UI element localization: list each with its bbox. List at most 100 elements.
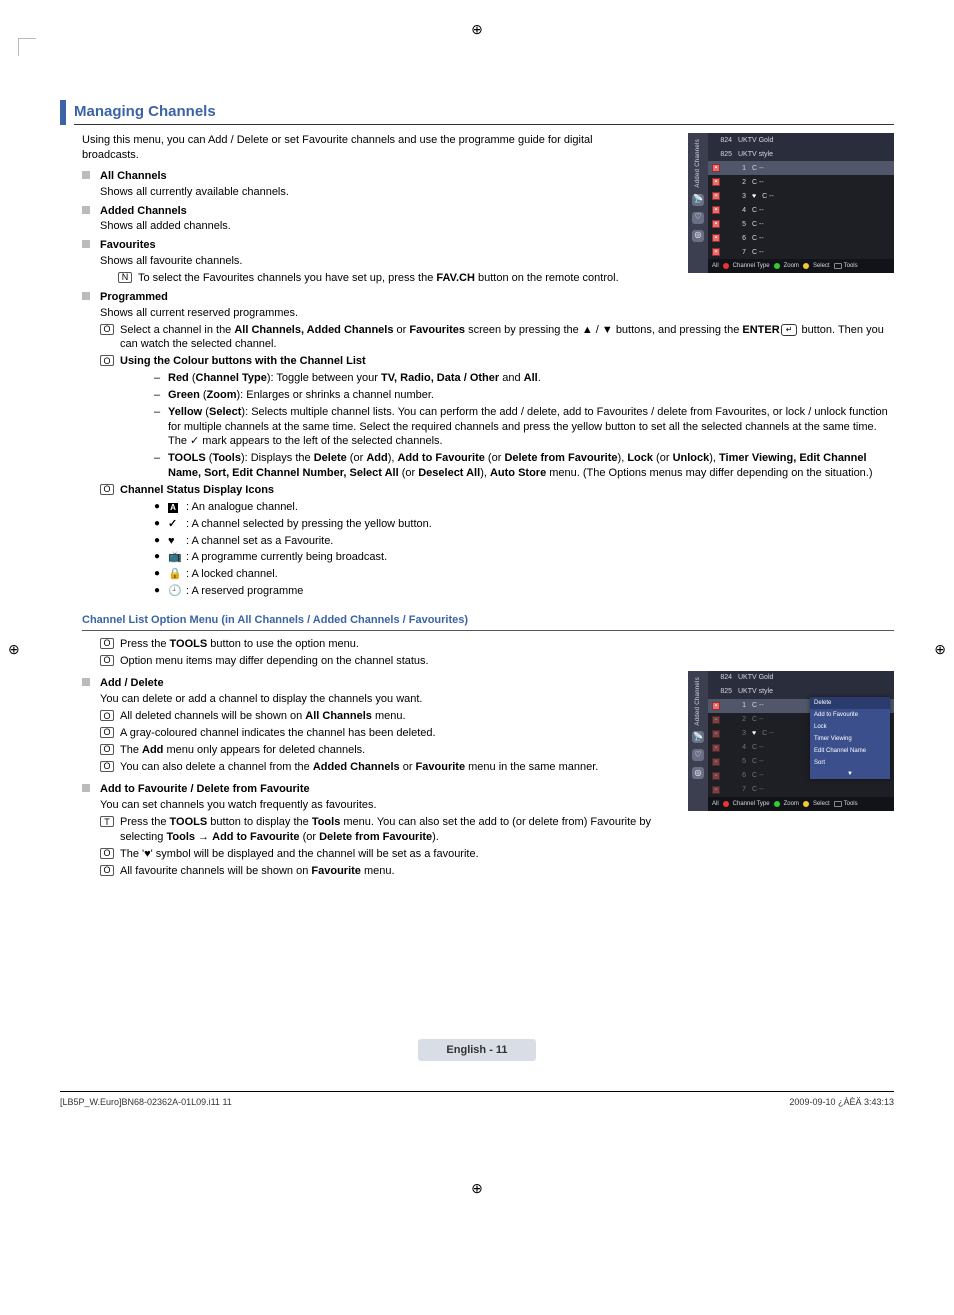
channel-badge-icon: ▪	[712, 206, 720, 214]
note-o-icon: O	[100, 848, 114, 859]
note-o-icon: O	[100, 355, 114, 366]
preview1-footer-select: Select	[813, 262, 830, 270]
sub-add-favourite: Add to Favourite / Delete from Favourite…	[82, 782, 680, 878]
crop-mark	[18, 38, 36, 56]
registration-mark-right: ⊕	[934, 640, 946, 659]
channel-badge-icon: ▪	[712, 192, 720, 200]
bullet-square-icon	[82, 240, 90, 248]
preview2-footer-select: Select	[813, 800, 830, 808]
check-icon: ✓	[168, 517, 186, 532]
page-number-badge: English - 11	[418, 1039, 535, 1062]
preview1-row-num: 7	[726, 248, 746, 257]
preview2-hdr-name-0: UKTV Gold	[738, 673, 890, 682]
status-icons-list: ●A: An analogue channel. ●✓: A channel s…	[100, 500, 894, 599]
section-title: Managing Channels	[74, 100, 894, 124]
note-t-icon: T	[100, 816, 114, 827]
heart-icon: ♡	[692, 212, 704, 224]
preview2-hdr-num-1: 825	[712, 687, 732, 696]
preview1-row-name: C --	[752, 234, 890, 243]
preview2-row-num: 3	[726, 729, 746, 738]
antenna-icon: 📡	[692, 194, 704, 206]
tools-popup: Delete Add to Favourite Lock Timer Viewi…	[810, 697, 890, 780]
channel-badge-icon: ▪	[712, 772, 720, 780]
channel-badge-icon: ▪	[712, 178, 720, 186]
popup-item: Lock	[810, 721, 890, 733]
note-o-icon: O	[100, 655, 114, 666]
preview1-row-name: C --	[752, 178, 890, 187]
sub-desc: Shows all favourite channels.	[100, 254, 680, 269]
note-text: The Add menu only appears for deleted ch…	[120, 743, 680, 758]
analogue-icon: A	[168, 503, 178, 513]
preview1-row-num: 2	[726, 178, 746, 187]
note-text: A gray-coloured channel indicates the ch…	[120, 726, 680, 741]
chevron-down-icon: ▼	[810, 769, 890, 779]
preview1-footer-tools: Tools	[844, 262, 858, 270]
preview2-hdr-name-1: UKTV style	[738, 687, 890, 696]
preview2-row-num: 4	[726, 743, 746, 752]
sub-title: All Channels	[100, 169, 680, 184]
popup-item: Edit Channel Name	[810, 745, 890, 757]
antenna-icon: 📡	[692, 731, 704, 743]
preview1-row-num: 1	[726, 164, 746, 173]
red-dot-icon	[723, 801, 729, 807]
preview2-footer-all: All	[712, 800, 719, 808]
footer-right-meta: 2009-09-10 ¿ÀÈÄ 3:43:13	[789, 1096, 894, 1108]
preview1-side-label: Added Channels	[694, 139, 702, 188]
channel-badge-icon: ▪	[712, 758, 720, 766]
preview2-row-num: 2	[726, 715, 746, 724]
preview1-row-name: C --	[752, 164, 890, 173]
popup-item: Add to Favourite	[810, 709, 890, 721]
yellow-dot-icon	[803, 801, 809, 807]
preview2-footer-zoom: Zoom	[784, 800, 799, 808]
channel-badge-icon: ▪	[712, 248, 720, 256]
broadcast-icon: 📺	[168, 550, 186, 565]
preview1-row-name: C --	[752, 206, 890, 215]
lock-icon: 🔒	[168, 567, 186, 582]
note-o-icon: O	[100, 484, 114, 495]
note-text: Select a channel in the All Channels, Ad…	[120, 323, 894, 353]
sub-favourites: Favourites Shows all favourite channels.…	[82, 238, 680, 286]
yellow-dot-icon	[803, 263, 809, 269]
channel-badge-icon: ▪	[712, 744, 720, 752]
preview1-row-num: 3	[726, 192, 746, 201]
preview2-row-num: 5	[726, 757, 746, 766]
channel-badge-icon: ▪	[712, 786, 720, 794]
popup-item: Delete	[810, 697, 890, 709]
status-icons-title: Channel Status Display Icons	[120, 483, 894, 498]
heart-icon: ♡	[692, 749, 704, 761]
section-accent	[60, 100, 66, 125]
popup-item: Timer Viewing	[810, 733, 890, 745]
preview2-row-num: 7	[726, 785, 746, 794]
note-text: Press the TOOLS button to display the To…	[120, 815, 680, 845]
green-dot-icon	[774, 263, 780, 269]
preview1-row-name: C --	[752, 248, 890, 257]
note-text: Press the TOOLS button to use the option…	[120, 637, 680, 652]
sub-desc: Shows all currently available channels.	[100, 185, 680, 200]
note-o-icon: O	[100, 324, 114, 335]
sub-title: Add to Favourite / Delete from Favourite	[100, 782, 680, 797]
red-dot-icon	[723, 263, 729, 269]
channel-list-preview-1: Added Channels 📡 ♡ ◎ 824UKTV Gold 825UKT…	[688, 133, 894, 273]
sub-desc: Shows all current reserved programmes.	[100, 306, 894, 321]
heart-icon: ♥	[752, 192, 756, 201]
channel-badge-icon: ▪	[712, 716, 720, 724]
heart-icon: ♥	[168, 534, 186, 549]
channel-badge-icon: ▪	[712, 220, 720, 228]
tools-icon	[834, 263, 842, 269]
preview2-row-name: C --	[752, 785, 890, 794]
note-o-icon: O	[100, 865, 114, 876]
sub-title: Add / Delete	[100, 676, 680, 691]
disc-icon: ◎	[692, 767, 704, 779]
preview1-hdr-num-1: 825	[712, 150, 732, 159]
sub-title: Programmed	[100, 290, 894, 305]
sub-add-delete: Add / Delete You can delete or add a cha…	[82, 676, 680, 774]
channel-list-preview-2: Added Channels 📡 ♡ ◎ 824UKTV Gold 825UKT…	[688, 671, 894, 811]
preview2-side-label: Added Channels	[694, 677, 702, 726]
preview2-footer-tools: Tools	[844, 800, 858, 808]
registration-mark-top: ⊕	[471, 20, 483, 39]
popup-item: Sort	[810, 757, 890, 769]
registration-mark-left: ⊕	[8, 640, 20, 659]
preview2-footer-ct: Channel Type	[733, 800, 770, 808]
note-o-icon: O	[100, 638, 114, 649]
intro-text: Using this menu, you can Add / Delete or…	[82, 133, 602, 163]
